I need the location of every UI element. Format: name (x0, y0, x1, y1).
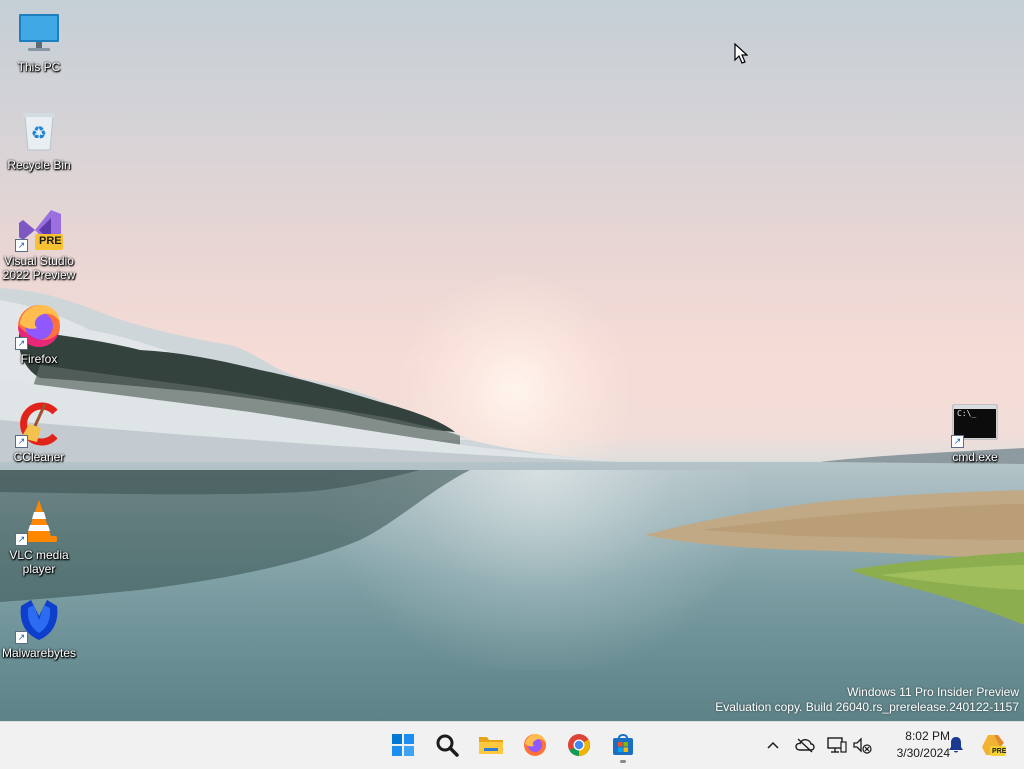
desktop-icon-ccleaner[interactable]: ↗ CCleaner (1, 400, 77, 464)
monitor-icon (15, 10, 63, 58)
taskbar-chrome[interactable] (561, 728, 597, 762)
desktop-icon-label: CCleaner (13, 450, 65, 464)
shortcut-arrow-icon: ↗ (15, 239, 28, 252)
desktop-icon-visual-studio[interactable]: PRE ↗ Visual Studio 2022 Preview (1, 204, 77, 282)
shortcut-arrow-icon: ↗ (15, 337, 28, 350)
tray-network-volume[interactable] (851, 734, 873, 756)
visual-studio-icon: PRE ↗ (15, 204, 63, 252)
copilot-button[interactable]: PRE (980, 734, 1006, 756)
wallpaper-landscape (0, 288, 1024, 625)
desktop-icon-firefox[interactable]: ↗ Firefox (1, 302, 77, 366)
network-speaker-icon (853, 737, 872, 754)
shortcut-arrow-icon: ↗ (15, 435, 28, 448)
desktop-icon-label: cmd.exe (952, 450, 998, 464)
bell-icon (949, 737, 963, 753)
cmd-prompt-text: C:\_ (957, 409, 977, 418)
windows-build-watermark: Windows 11 Pro Insider Preview Evaluatio… (715, 685, 1019, 715)
desktop-icon-label: This PC (17, 60, 61, 74)
onedrive-offline-icon (795, 738, 815, 753)
recycle-bin-icon: ♻ (15, 108, 63, 156)
store-icon (613, 734, 633, 755)
taskbar: 8:02 PM 3/30/2024 PRE (0, 721, 1024, 769)
copilot-preview-badge: PRE (992, 748, 1007, 755)
desktop-icon-malwarebytes[interactable]: ↗ Malwarebytes (1, 596, 77, 660)
cmd-icon: C:\_ ↗ (951, 400, 999, 448)
taskbar-start-button[interactable] (385, 728, 421, 762)
desktop-icon-cmd[interactable]: C:\_ ↗ cmd.exe (937, 400, 1013, 464)
mouse-pointer-icon (734, 43, 748, 64)
shortcut-arrow-icon: ↗ (15, 533, 28, 546)
desktop-icon-recycle-bin[interactable]: ♻ Recycle Bin (1, 108, 77, 172)
tray-display[interactable] (826, 734, 848, 756)
desktop-icon-label: Firefox (20, 352, 58, 366)
taskbar-microsoft-store[interactable] (605, 728, 641, 763)
chrome-icon (568, 734, 590, 756)
desktop-wallpaper (0, 0, 1024, 721)
clock-time: 8:02 PM (905, 729, 950, 743)
desktop-icon-label: Visual Studio (4, 254, 74, 268)
display-icon (827, 737, 847, 753)
tray-onedrive[interactable] (794, 734, 816, 756)
notification-center-button[interactable] (945, 734, 967, 756)
folder-icon (479, 737, 503, 754)
svg-text:♻: ♻ (31, 123, 47, 144)
windows-start-icon (392, 734, 414, 756)
ccleaner-icon: ↗ (15, 400, 63, 448)
search-icon (436, 734, 459, 757)
preview-badge: PRE (39, 235, 62, 247)
malwarebytes-icon: ↗ (15, 596, 63, 644)
taskbar-file-explorer[interactable] (473, 728, 509, 762)
firefox-icon (524, 734, 546, 756)
desktop-icon-label: Recycle Bin (7, 158, 71, 172)
shortcut-arrow-icon: ↗ (951, 435, 964, 448)
vlc-icon: ↗ (15, 498, 63, 546)
desktop-icon-label: Malwarebytes (1, 646, 77, 660)
show-hidden-icons-button[interactable] (762, 734, 784, 756)
clock-date: 3/30/2024 (896, 746, 950, 760)
taskbar-search-button[interactable] (429, 728, 465, 762)
taskbar-clock[interactable]: 8:02 PM 3/30/2024 (874, 728, 950, 762)
desktop-icon-this-pc[interactable]: This PC (1, 10, 77, 74)
watermark-build: Evaluation copy. Build 26040.rs_prerelea… (715, 700, 1019, 714)
chevron-up-icon (767, 741, 779, 749)
desktop-icon-label-line2: 2022 Preview (2, 268, 76, 282)
shortcut-arrow-icon: ↗ (15, 631, 28, 644)
desktop-icon-label: VLC media (9, 548, 69, 562)
watermark-edition: Windows 11 Pro Insider Preview (847, 685, 1019, 699)
desktop-icon-vlc[interactable]: ↗ VLC media player (1, 498, 77, 576)
firefox-icon: ↗ (15, 302, 63, 350)
taskbar-firefox[interactable] (517, 728, 553, 762)
running-app-indicator (620, 760, 626, 763)
desktop-icon-label-line2: player (22, 562, 56, 576)
